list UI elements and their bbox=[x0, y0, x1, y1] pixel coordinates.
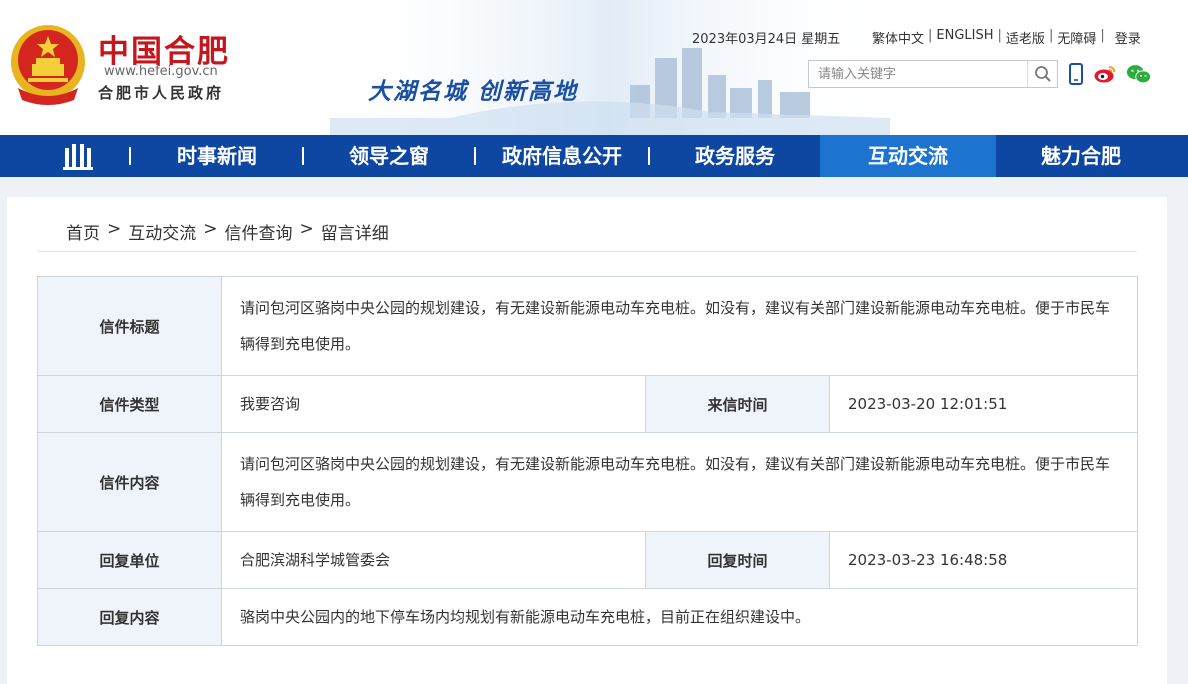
breadcrumb-separator: > bbox=[107, 219, 122, 239]
search-box bbox=[808, 60, 1058, 88]
breadcrumb: 首页 > 互动交流 > 信件查询 > 留言详细 bbox=[66, 219, 389, 244]
search-input[interactable] bbox=[809, 61, 1029, 87]
slogan: 大湖名城 创新高地 bbox=[368, 79, 579, 105]
breadcrumb-separator: > bbox=[299, 219, 314, 239]
table-row: 回复内容 骆岗中央公园内的地下停车场内均规划有新能源电动车充电桩，目前正在组织建… bbox=[37, 588, 1139, 646]
letter-content-value: 请问包河区骆岗中央公园的规划建设，有无建设新能源电动车充电桩。如没有，建议有关部… bbox=[220, 432, 1139, 532]
reply-time-label: 回复时间 bbox=[645, 531, 830, 589]
nav-home[interactable] bbox=[48, 135, 108, 177]
breadcrumb-letter-query[interactable]: 信件查询 bbox=[225, 219, 293, 244]
table-row: 信件内容 请问包河区骆岗中央公园的规划建设，有无建设新能源电动车充电桩。如没有，… bbox=[37, 432, 1139, 532]
skyline-banner bbox=[330, 0, 890, 135]
nav-item-interaction[interactable]: 互动交流 bbox=[820, 135, 996, 177]
nav-item-leaders[interactable]: 领导之窗 bbox=[304, 135, 474, 177]
main-nav: 时事新闻 领导之窗 政府信息公开 政务服务 互动交流 魅力合肥 bbox=[0, 135, 1188, 177]
site-subtitle: 合肥市人民政府 bbox=[98, 84, 225, 102]
table-row: 信件类型 我要咨询 来信时间 2023-03-20 12:01:51 bbox=[37, 375, 1139, 433]
link-login[interactable]: 登录 bbox=[1115, 28, 1141, 47]
nav-item-gov-info[interactable]: 政府信息公开 bbox=[476, 135, 648, 177]
link-traditional-chinese[interactable]: 繁体中文 bbox=[872, 28, 924, 47]
nav-item-charm-hefei[interactable]: 魅力合肥 bbox=[996, 135, 1166, 177]
breadcrumb-home[interactable]: 首页 bbox=[66, 219, 100, 244]
home-building-icon bbox=[63, 144, 93, 170]
table-row: 回复单位 合肥滨湖科学城管委会 回复时间 2023-03-23 16:48:58 bbox=[37, 531, 1139, 589]
link-accessibility[interactable]: 无障碍 bbox=[1057, 28, 1096, 47]
mobile-app-button[interactable] bbox=[1063, 62, 1089, 86]
letter-type-label: 信件类型 bbox=[37, 375, 222, 433]
site-url: www.hefei.gov.cn bbox=[104, 64, 218, 79]
reply-content-label: 回复内容 bbox=[37, 588, 222, 646]
nav-item-news[interactable]: 时事新闻 bbox=[132, 135, 302, 177]
weibo-button[interactable] bbox=[1092, 62, 1118, 86]
weibo-icon bbox=[1094, 66, 1116, 83]
letter-time-value: 2023-03-20 12:01:51 bbox=[828, 375, 1139, 433]
reply-unit-label: 回复单位 bbox=[37, 531, 222, 589]
national-emblem-icon bbox=[11, 25, 85, 105]
search-button[interactable] bbox=[1027, 61, 1057, 87]
reply-content-value: 骆岗中央公园内的地下停车场内均规划有新能源电动车充电桩，目前正在组织建设中。 bbox=[220, 588, 1139, 646]
breadcrumb-separator: > bbox=[203, 219, 218, 239]
link-elderly-version[interactable]: 适老版 bbox=[1006, 28, 1045, 47]
nav-separator bbox=[129, 147, 131, 165]
reply-time-value: 2023-03-23 16:48:58 bbox=[828, 531, 1139, 589]
letter-content-label: 信件内容 bbox=[37, 432, 222, 532]
breadcrumb-divider bbox=[37, 251, 1137, 252]
letter-title-value: 请问包河区骆岗中央公园的规划建设，有无建设新能源电动车充电桩。如没有，建议有关部… bbox=[220, 276, 1139, 376]
breadcrumb-current: 留言详细 bbox=[320, 224, 389, 244]
letter-detail-table: 信件标题 请问包河区骆岗中央公园的规划建设，有无建设新能源电动车充电桩。如没有，… bbox=[37, 276, 1139, 646]
letter-title-label: 信件标题 bbox=[37, 276, 222, 376]
table-row: 信件标题 请问包河区骆岗中央公园的规划建设，有无建设新能源电动车充电桩。如没有，… bbox=[37, 276, 1139, 376]
link-english[interactable]: ENGLISH bbox=[936, 28, 993, 47]
top-links: 繁体中文 | ENGLISH | 适老版 | 无障碍 | 登录 bbox=[872, 28, 1141, 47]
letter-time-label: 来信时间 bbox=[645, 375, 830, 433]
nav-item-services[interactable]: 政务服务 bbox=[650, 135, 820, 177]
reply-unit-value: 合肥滨湖科学城管委会 bbox=[221, 531, 646, 589]
content-panel: 首页 > 互动交流 > 信件查询 > 留言详细 信件标题 请问包河区骆岗中央公园… bbox=[7, 197, 1167, 684]
letter-type-value: 我要咨询 bbox=[221, 375, 646, 433]
wechat-button[interactable] bbox=[1126, 62, 1152, 86]
breadcrumb-interaction[interactable]: 互动交流 bbox=[128, 219, 196, 244]
search-icon bbox=[1034, 66, 1051, 82]
wechat-icon bbox=[1126, 65, 1152, 84]
site-header: 中国合肥 www.hefei.gov.cn 合肥市人民政府 大湖名城 创新高地 … bbox=[0, 0, 1188, 135]
mobile-icon bbox=[1069, 63, 1083, 85]
current-date: 2023年03月24日 星期五 bbox=[692, 32, 841, 47]
